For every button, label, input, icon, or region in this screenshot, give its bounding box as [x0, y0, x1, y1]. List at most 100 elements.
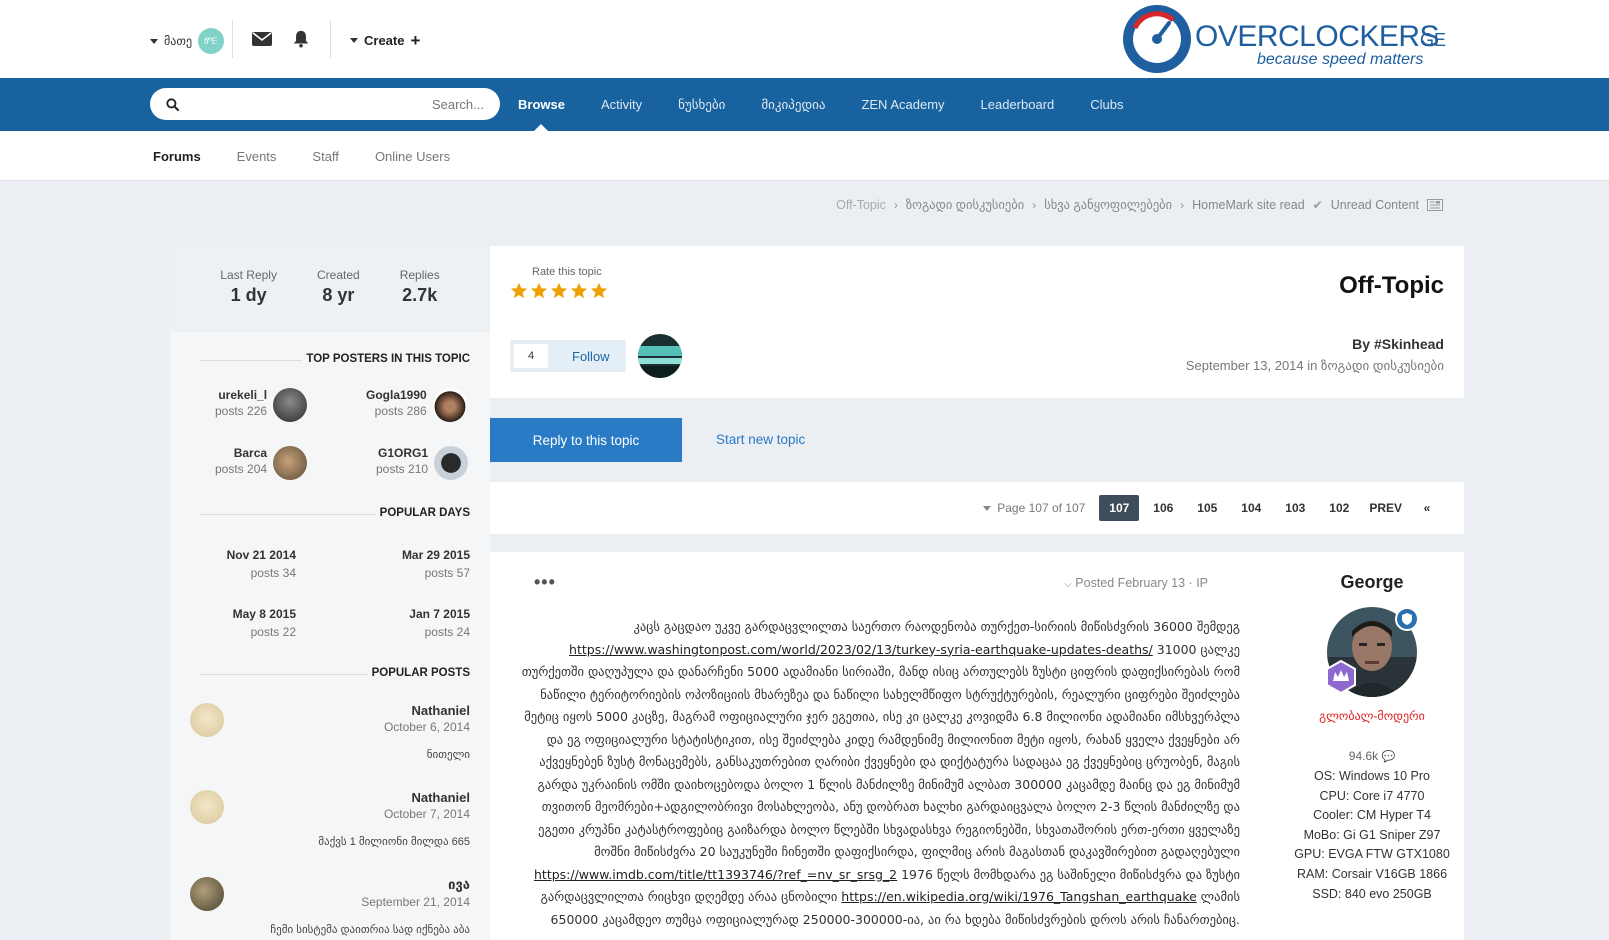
star-icon[interactable]: [570, 282, 588, 300]
post-author-name[interactable]: George: [1280, 572, 1464, 593]
subnav-forums[interactable]: Forums: [153, 149, 201, 164]
post-author-panel: George გლობალ-მოდერი 94.6k 💬 OS: Windows…: [1280, 572, 1464, 904]
rate-label: Rate this topic: [532, 266, 602, 278]
nav-browse[interactable]: Browse: [518, 78, 565, 131]
popular-day[interactable]: Jan 7 2015 posts 24: [409, 607, 470, 639]
avatar[interactable]: [273, 388, 308, 422]
avatar[interactable]: [190, 790, 224, 824]
avatar[interactable]: [432, 388, 467, 422]
star-icon[interactable]: [550, 282, 568, 300]
nav-activity[interactable]: Activity: [601, 78, 642, 131]
chevron-right-icon: ›: [1032, 197, 1037, 212]
star-icon[interactable]: [590, 282, 608, 300]
reply-button[interactable]: Reply to this topic: [490, 418, 682, 462]
create-menu[interactable]: Create +: [350, 32, 420, 49]
reputation: 94.6k 💬: [1348, 749, 1396, 763]
follow-label: Follow: [572, 348, 610, 364]
first-page-link[interactable]: «: [1412, 495, 1442, 521]
top-posters-title: TOP POSTERS IN THIS TOPIC: [302, 353, 470, 365]
caret-down-icon: [983, 505, 992, 511]
topic-owner-avatar[interactable]: [638, 334, 682, 378]
post-link[interactable]: https://www.imdb.com/title/tt1393746/?re…: [534, 867, 897, 882]
popular-post[interactable]: Nathaniel October 6, 2014 ნითელი: [190, 703, 470, 761]
topic-stats: Last Reply 1 dy Created 8 yr Replies 2.7…: [170, 246, 490, 332]
page-jump-dropdown[interactable]: Page 107 of 107: [983, 501, 1085, 515]
bell-icon[interactable]: [291, 30, 311, 48]
topic-started: September 13, 2014 in ზოგადი დისკუსიები: [1185, 358, 1444, 373]
star-icon[interactable]: [530, 282, 548, 300]
user-group-label: გლობალ-მოდერი: [1319, 709, 1425, 723]
avatar[interactable]: [273, 446, 308, 480]
post-body: კაცს გაცდაო უკვე გარდაცვლილთა საერთო რაო…: [521, 619, 1240, 927]
start-new-topic-link[interactable]: Start new topic: [716, 432, 805, 447]
sub-navbar: Forums Events Staff Online Users: [0, 131, 1609, 181]
topic-sidebar: Last Reply 1 dy Created 8 yr Replies 2.7…: [170, 246, 490, 940]
rating-stars[interactable]: [510, 282, 608, 300]
subnav-online-users[interactable]: Online Users: [375, 149, 450, 164]
popular-post[interactable]: ივა September 21, 2014 ჩემი სისტემა დაით…: [190, 877, 470, 936]
avatar[interactable]: [190, 703, 224, 737]
page-link[interactable]: 105: [1187, 495, 1227, 521]
popular-day[interactable]: May 8 2015 posts 22: [233, 607, 296, 639]
star-icon[interactable]: [510, 282, 528, 300]
site-logo[interactable]: OVERCLOCKERS GE because speed matters: [1115, 0, 1465, 78]
popular-day[interactable]: Nov 21 2014 posts 34: [227, 548, 296, 580]
top-poster[interactable]: Gogla1990 posts 286: [366, 388, 467, 422]
nav-leaderboard[interactable]: Leaderboard: [981, 78, 1055, 131]
page-link[interactable]: 106: [1143, 495, 1183, 521]
avatar[interactable]: [190, 877, 224, 911]
subnav-staff[interactable]: Staff: [312, 149, 339, 164]
search-icon[interactable]: [166, 97, 179, 111]
prev-page-link[interactable]: PREV: [1363, 495, 1408, 521]
forum-post: ••• ⌵ Posted February 13 · IP კაცს გაცდა…: [490, 552, 1464, 940]
stat-last-reply: Last Reply 1 dy: [220, 268, 277, 305]
post-date[interactable]: ⌵ Posted February 13 · IP: [1064, 576, 1208, 590]
header-divider: [330, 20, 331, 58]
caret-down-icon: [350, 38, 358, 43]
subnav-events[interactable]: Events: [237, 149, 277, 164]
pagination-bar: Page 107 of 107 107 106 105 104 103 102 …: [490, 482, 1464, 534]
logo-brand: OVERCLOCKERS: [1195, 20, 1439, 53]
nav-zen-academy[interactable]: ZEN Academy: [861, 78, 944, 131]
topic-title: Off-Topic: [1339, 272, 1444, 299]
breadcrumb-item[interactable]: HomeMark site read: [1192, 198, 1305, 212]
top-poster[interactable]: Barca posts 204: [215, 446, 308, 480]
avatar[interactable]: [434, 446, 469, 480]
page-link[interactable]: 103: [1275, 495, 1315, 521]
user-avatar[interactable]: ᏛᎬ: [198, 28, 225, 54]
user-menu[interactable]: მათე ᏛᎬ: [150, 28, 225, 54]
post-link[interactable]: https://www.washingtonpost.com/world/202…: [569, 642, 1153, 657]
breadcrumb-item[interactable]: Off-Topic: [836, 198, 886, 212]
logo-tagline: because speed matters: [1257, 51, 1423, 68]
signature-specs: OS: Windows 10 Pro CPU: Core i7 4770 Coo…: [1294, 769, 1450, 901]
search-input[interactable]: [179, 96, 484, 112]
popular-day[interactable]: Mar 29 2015 posts 57: [402, 548, 470, 580]
post-link[interactable]: https://en.wikipedia.org/wiki/1976_Tangs…: [841, 889, 1197, 904]
breadcrumb-item[interactable]: Unread Content: [1331, 198, 1419, 212]
topic-author[interactable]: By #Skinhead: [1352, 336, 1444, 352]
top-poster[interactable]: G1ORG1 posts 210: [376, 446, 469, 480]
post-options-button[interactable]: •••: [534, 572, 556, 593]
breadcrumb-item[interactable]: ზოგადი დისკუსიები: [906, 197, 1024, 212]
follow-button[interactable]: 4 Follow: [510, 340, 626, 372]
top-header: მათე ᏛᎬ Create + OVERCLOCKERS GE because…: [0, 0, 1609, 78]
top-poster[interactable]: urekeli_l posts 226: [215, 388, 308, 422]
user-name: მათე: [164, 34, 193, 48]
check-icon: ✔: [1312, 197, 1323, 212]
comment-icon: 💬: [1381, 751, 1396, 763]
popular-post[interactable]: Nathaniel October 7, 2014 მაქვს 1 მილიონ…: [190, 790, 470, 848]
page-link[interactable]: 102: [1319, 495, 1359, 521]
nav-clubs[interactable]: Clubs: [1090, 78, 1123, 131]
create-label: Create: [364, 33, 405, 48]
breadcrumb-item[interactable]: სხვა განყოფილებები: [1044, 197, 1172, 212]
search-box[interactable]: [150, 88, 500, 120]
post-author-avatar[interactable]: [1326, 607, 1419, 697]
plus-icon: +: [410, 31, 421, 50]
header-divider: [232, 20, 233, 58]
page-link[interactable]: 104: [1231, 495, 1271, 521]
nav-lists[interactable]: ნუსხები: [678, 78, 725, 131]
page-link-current[interactable]: 107: [1099, 495, 1140, 521]
breadcrumb: Off-Topic › ზოგადი დისკუსიები › სხვა გან…: [836, 197, 1443, 212]
nav-wiki[interactable]: მიკიპედია: [761, 78, 825, 131]
envelope-icon[interactable]: [252, 30, 272, 48]
